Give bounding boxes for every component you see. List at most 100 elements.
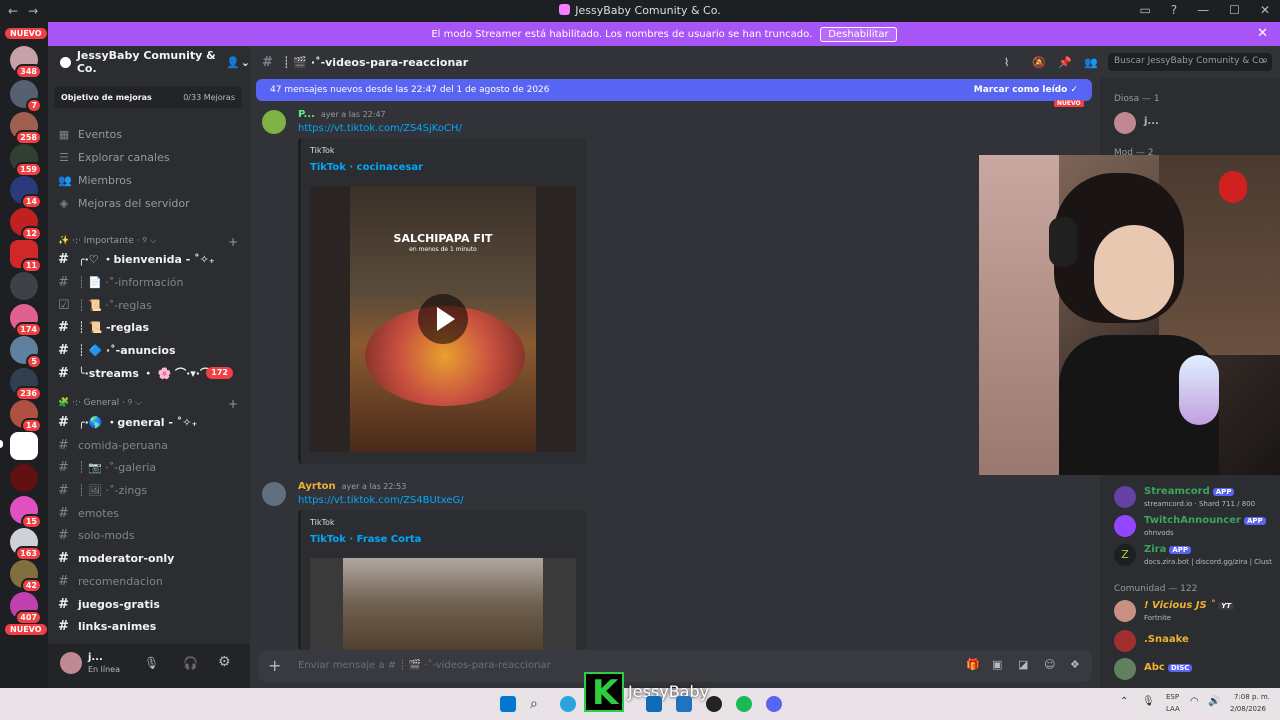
channel-item[interactable]: # ╰·streams ・ 🌸 ⌒·▾·⌒ 172 <box>58 363 243 383</box>
channel-item[interactable]: # links-animes <box>58 616 243 636</box>
server-icon[interactable]: 5 <box>10 336 42 369</box>
channel-item[interactable]: # ┊ 🖼 ·˚-zings <box>58 480 243 500</box>
mute-bell-icon[interactable]: 🔕 <box>1032 56 1046 69</box>
play-button[interactable] <box>418 294 468 344</box>
new-messages-bar[interactable]: 47 mensajes nuevos desde las 22:47 del 1… <box>256 79 1092 101</box>
maximize-button[interactable]: ☐ <box>1229 3 1240 17</box>
discord-icon[interactable] <box>766 696 782 712</box>
member-item[interactable]: Streamcord APP streamcord.io · Shard 711 … <box>1114 484 1280 514</box>
message-author[interactable]: Ayrton ayer a las 22:53 <box>298 481 406 492</box>
server-icon[interactable]: 7 <box>10 80 42 113</box>
channel-item[interactable]: # moderator-only <box>58 548 243 568</box>
nav-members[interactable]: 👥 Miembros <box>58 174 132 187</box>
channel-item[interactable]: # recomendacion <box>58 571 243 591</box>
category-important[interactable]: ✨ ·:· Importante · ୨ ⌵ + <box>58 235 238 249</box>
member-item[interactable]: TwitchAnnouncer APP ohnvods <box>1114 513 1280 543</box>
channel-item[interactable]: # solo-mods <box>58 525 243 545</box>
nav-browse-channels[interactable]: ☰ Explorar canales <box>58 151 170 164</box>
member-item[interactable]: j... <box>1114 110 1280 140</box>
minimize-button[interactable]: — <box>1197 3 1209 17</box>
help-icon[interactable]: ? <box>1171 3 1177 17</box>
channel-item[interactable]: # comida-peruana <box>58 435 243 455</box>
server-icon[interactable]: 348 <box>10 46 42 79</box>
threads-icon[interactable]: ⌇ <box>1004 56 1009 69</box>
embed-title-link[interactable]: TikTok · Frase Corta <box>310 534 421 545</box>
video-thumbnail[interactable]: SALCHIPAPA FIT en menos de 1 minuto <box>310 186 576 452</box>
server-icon[interactable]: 236 <box>10 368 42 401</box>
clock-time[interactable]: 7:08 p. m. <box>1234 693 1270 701</box>
edge-icon[interactable] <box>560 696 576 712</box>
emoji-icon[interactable]: ☺ <box>1044 658 1055 671</box>
microphone-icon[interactable]: 🎙 <box>144 656 159 670</box>
category-general[interactable]: 🧩 ·:· General · ୨ ⌵ + <box>58 397 238 411</box>
server-icon[interactable]: 258 <box>10 112 42 145</box>
member-item[interactable]: Z Zira APP docs.zira.bot | discord.gg/zir… <box>1114 542 1280 572</box>
windows-start-icon[interactable] <box>500 696 516 712</box>
pin-icon[interactable]: 📌 <box>1058 56 1072 69</box>
disable-streamer-button[interactable]: Deshabilitar <box>820 26 897 42</box>
channel-item[interactable]: # ┊ 🔷 ·˚-anuncios <box>58 340 243 360</box>
mark-as-read-button[interactable]: Marcar como leído ✓ <box>974 85 1078 95</box>
channel-item[interactable]: # ┊ 📄 ·˚-información <box>58 272 243 292</box>
inbox-icon[interactable]: ▭ <box>1139 3 1150 17</box>
close-button[interactable]: ✕ <box>1260 3 1270 17</box>
channel-item[interactable]: # ╭·🌎 ・general - ˚✧₊ <box>58 412 243 432</box>
language-indicator[interactable]: ESP <box>1166 693 1179 701</box>
server-icon[interactable]: 407 <box>10 592 42 625</box>
nav-server-boosts[interactable]: ◈ Mejoras del servidor <box>58 197 190 210</box>
volume-icon[interactable]: 🔊 <box>1208 696 1220 707</box>
obs-icon[interactable] <box>706 696 722 712</box>
channel-item[interactable]: ☑ ┊ 📜 ·˚-reglas <box>58 295 243 315</box>
search-icon[interactable]: ⌕ <box>530 696 546 712</box>
channel-item[interactable]: # juegos-gratis <box>58 594 243 614</box>
server-icon[interactable] <box>10 432 38 460</box>
chevron-up-icon[interactable]: ⌃ <box>1120 696 1128 707</box>
server-icon[interactable]: 14 <box>10 400 42 433</box>
member-item[interactable]: ! Vicious JS ˚ YT Fortnite <box>1114 598 1280 628</box>
server-icon[interactable]: 14 <box>10 176 42 209</box>
server-icon[interactable]: 42 <box>10 560 42 593</box>
channel-item[interactable]: # ╭·♡ ・bienvenida - ˚✧₊ <box>58 249 243 269</box>
close-icon[interactable]: ✕ <box>1257 26 1268 41</box>
server-icon[interactable]: 174 <box>10 304 42 337</box>
server-icon[interactable]: 11 <box>10 240 42 273</box>
member-item[interactable]: .Snaake <box>1114 628 1280 658</box>
channel-item[interactable]: # ┊ 📷 ·˚-galeria <box>58 457 243 477</box>
add-channel-icon[interactable]: + <box>228 235 238 249</box>
nav-events[interactable]: ▦ Eventos <box>58 128 122 141</box>
message-author[interactable]: P... ayer a las 22:47 <box>298 109 386 120</box>
settings-gear-icon[interactable]: ⚙ <box>218 654 231 670</box>
server-icon[interactable] <box>10 272 38 300</box>
channel-item[interactable]: # emotes <box>58 503 243 523</box>
member-list-icon[interactable]: 👥 <box>1084 56 1098 69</box>
avatar[interactable] <box>262 482 286 506</box>
message-composer[interactable]: + Enviar mensaje a # ┊ 🎬 ·˚-videos-para-… <box>258 650 1092 682</box>
search-input[interactable]: Buscar JessyBaby Comunity & Co. <box>1108 53 1272 71</box>
message-link[interactable]: https://vt.tiktok.com/ZS4BUtxeG/ <box>298 495 464 506</box>
headphones-icon[interactable]: 🎧 <box>183 656 198 670</box>
message-link[interactable]: https://vt.tiktok.com/ZS4SjKoCH/ <box>298 123 462 134</box>
boost-goal[interactable]: Objetivo de mejoras 0/33 Mejoras <box>54 86 242 108</box>
add-friend-icon[interactable]: 👤 <box>226 56 240 69</box>
server-icon[interactable]: 159 <box>10 144 42 177</box>
avatar[interactable] <box>60 652 82 674</box>
store-icon[interactable] <box>676 696 692 712</box>
member-item[interactable]: Abc DISC <box>1114 656 1280 686</box>
gift-icon[interactable]: 🎁 <box>966 658 980 671</box>
avatar[interactable] <box>262 110 286 134</box>
add-attachment-icon[interactable]: + <box>268 656 281 675</box>
add-channel-icon[interactable]: + <box>228 397 238 411</box>
outlook-icon[interactable] <box>646 696 662 712</box>
spotify-icon[interactable] <box>736 696 752 712</box>
apps-icon[interactable]: ❖ <box>1070 658 1080 671</box>
server-icon[interactable]: 12 <box>10 208 42 241</box>
gif-icon[interactable]: ▣ <box>992 658 1002 671</box>
server-header[interactable]: JessyBaby Comunity & Co. ⌄ 👤 <box>48 46 250 78</box>
server-icon[interactable]: 15 <box>10 496 42 529</box>
wifi-icon[interactable]: ◠ <box>1190 696 1199 707</box>
sticker-icon[interactable]: ◪ <box>1018 658 1028 671</box>
microphone-icon[interactable]: 🎙 <box>1142 696 1155 707</box>
server-icon[interactable]: 163 <box>10 528 42 561</box>
channel-item[interactable]: # ┊ 📜 -reglas <box>58 317 243 337</box>
message-input[interactable]: Enviar mensaje a # ┊ 🎬 ·˚-videos-para-re… <box>298 660 551 671</box>
